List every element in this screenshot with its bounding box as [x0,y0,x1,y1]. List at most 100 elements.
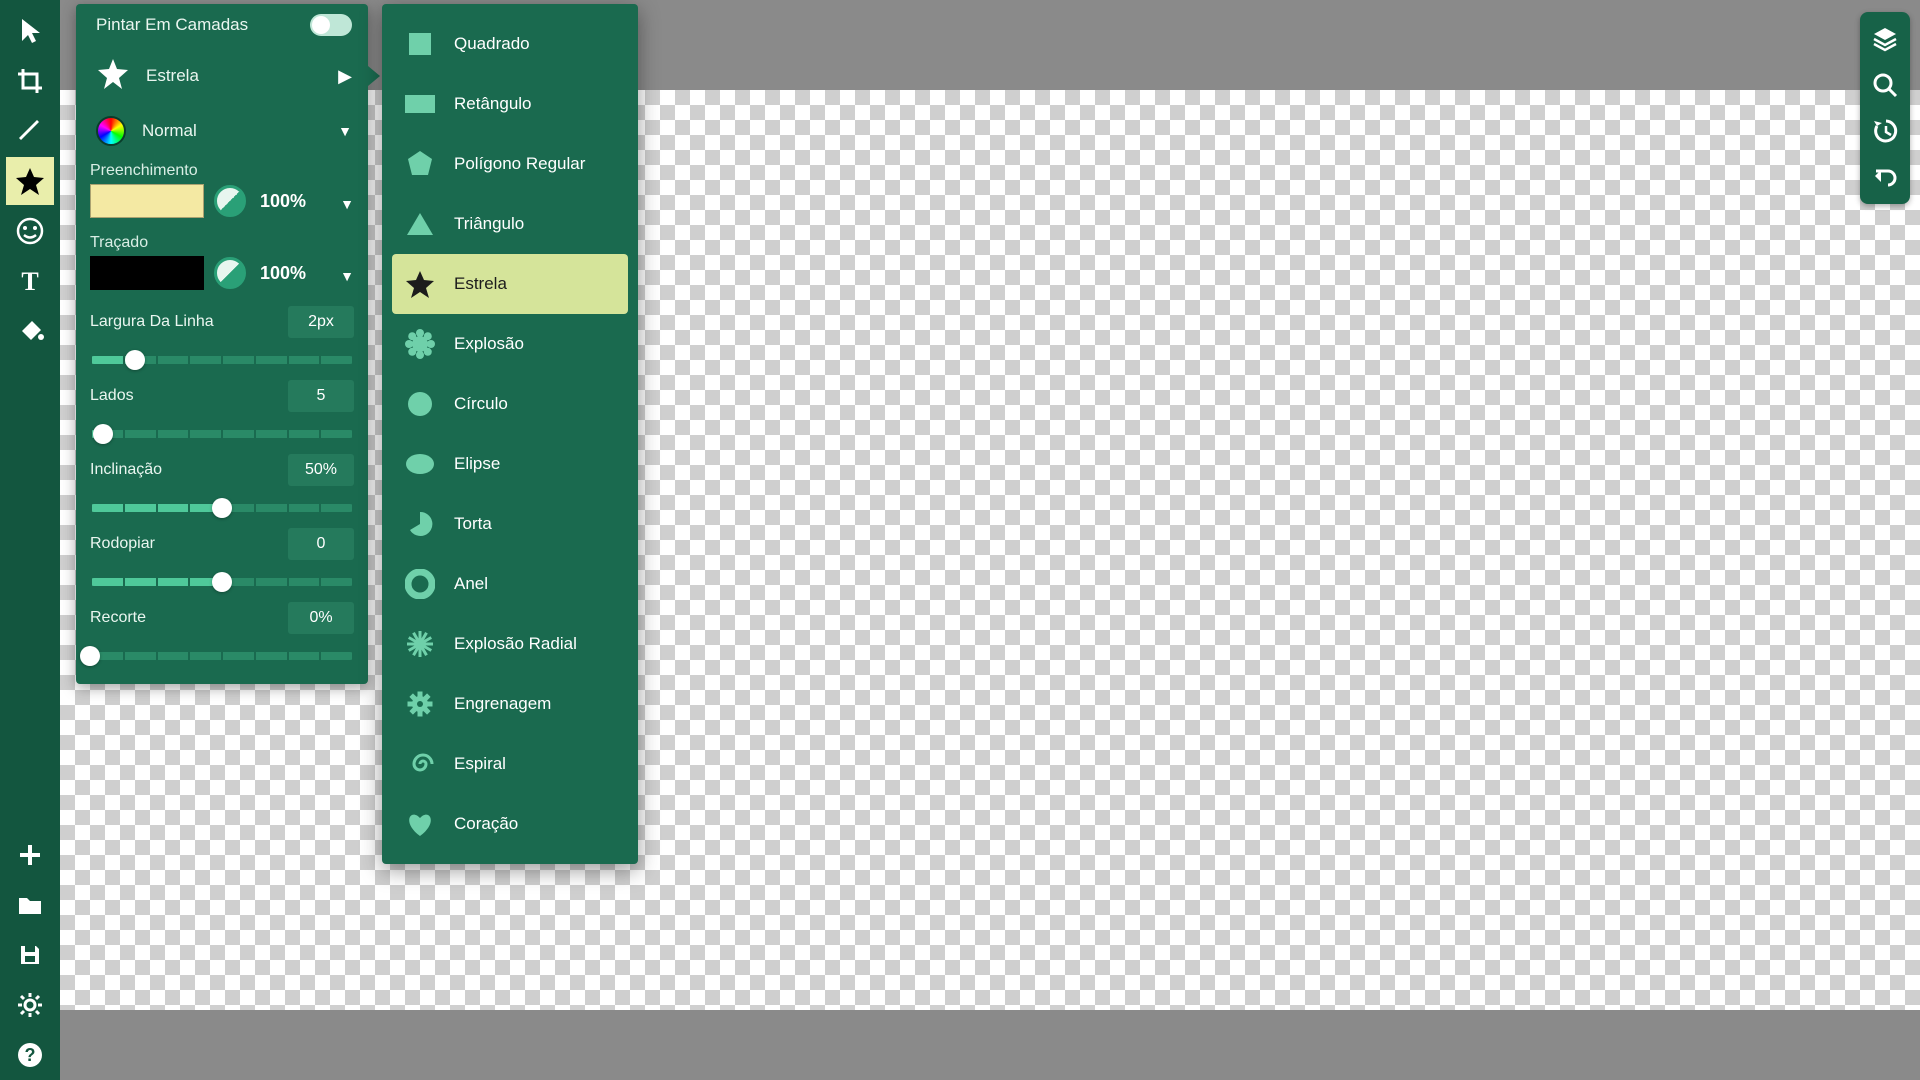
star-icon [96,57,130,96]
slider-value-input[interactable] [288,380,354,412]
stroke-section-label: Traçado [76,228,368,252]
shape-selector-row[interactable]: Estrela ▶ [76,46,368,106]
shape-option-burst[interactable]: Explosão [392,314,628,374]
save-button[interactable] [6,931,54,979]
right-controls [1860,12,1910,204]
shape-option-label: Triângulo [454,214,524,234]
blend-mode-row[interactable]: Normal ▼ [76,106,368,156]
shape-option-square[interactable]: Quadrado [392,14,628,74]
shape-option-rectangle[interactable]: Retângulo [392,74,628,134]
slider-whirl: Rodopiar [76,522,368,596]
shape-option-ellipse[interactable]: Elipse [392,434,628,494]
undo-icon [1871,163,1899,191]
crop-icon [16,67,44,95]
add-button[interactable] [6,831,54,879]
slider-label: Recorte [90,609,146,627]
fill-tool[interactable] [6,307,54,355]
shape-option-regular-polygon[interactable]: Polígono Regular [392,134,628,194]
pointer-tool[interactable] [6,7,54,55]
folder-icon [17,894,43,916]
shape-option-pie[interactable]: Torta [392,494,628,554]
opacity-icon[interactable] [214,257,246,289]
shape-option-star[interactable]: Estrela [392,254,628,314]
stroke-opacity-value: 100% [260,263,306,284]
shape-option-circle[interactable]: Círculo [392,374,628,434]
slider-value-input[interactable] [288,306,354,338]
square-icon [404,28,436,60]
pointer-icon [19,18,41,44]
triangle-icon [404,208,436,240]
layers-button[interactable] [1862,16,1908,62]
shape-option-spiral[interactable]: Espiral [392,734,628,794]
shape-option-label: Explosão [454,334,524,354]
history-button[interactable] [1862,108,1908,154]
stroke-color-swatch[interactable] [90,256,204,290]
pencil-tool[interactable] [6,107,54,155]
gear-icon [404,688,436,720]
shape-option-label: Espiral [454,754,506,774]
shape-option-label: Quadrado [454,34,530,54]
pie-icon [404,508,436,540]
undo-button[interactable] [1862,154,1908,200]
search-icon [1872,72,1898,98]
selected-shape-label: Estrela [146,66,199,86]
tool-options-panel: Pintar Em Camadas Estrela ▶ Normal ▼ Pre… [76,4,368,684]
chevron-down-icon[interactable]: ▼ [340,268,354,284]
svg-text:?: ? [25,1045,36,1065]
shape-option-ring[interactable]: Anel [392,554,628,614]
slider-value-input[interactable] [288,602,354,634]
smiley-icon [16,217,44,245]
shape-option-radial-burst[interactable]: Explosão Radial [392,614,628,674]
chevron-down-icon[interactable]: ▼ [340,196,354,212]
regular-polygon-icon [404,148,436,180]
circle-icon [404,388,436,420]
save-icon [18,943,42,967]
shapes-flyout: Quadrado Retângulo Polígono Regular Triâ… [382,4,638,864]
shape-option-triangle[interactable]: Triângulo [392,194,628,254]
text-tool[interactable]: T [6,257,54,305]
slider-inclination: Inclinação [76,448,368,522]
shape-option-label: Retângulo [454,94,532,114]
slider-track[interactable] [90,348,354,372]
fill-color-swatch[interactable] [90,184,204,218]
sticker-tool[interactable] [6,207,54,255]
chevron-down-icon: ▼ [338,123,352,139]
star-icon [404,268,436,300]
shape-option-label: Coração [454,814,518,834]
paint-layers-toggle[interactable] [310,14,352,36]
layers-icon [1871,25,1899,53]
bucket-icon [16,317,44,345]
help-icon: ? [17,1042,43,1068]
settings-button[interactable] [6,981,54,1029]
slider-value-input[interactable] [288,528,354,560]
shape-option-label: Anel [454,574,488,594]
zoom-button[interactable] [1862,62,1908,108]
shape-option-label: Polígono Regular [454,154,585,174]
shape-option-gear[interactable]: Engrenagem [392,674,628,734]
slider-track[interactable] [90,570,354,594]
fill-opacity-value: 100% [260,191,306,212]
slider-track[interactable] [90,422,354,446]
crop-tool[interactable] [6,57,54,105]
shape-option-label: Explosão Radial [454,634,577,654]
slider-value-input[interactable] [288,454,354,486]
text-icon: T [17,268,43,294]
heart-icon [404,808,436,840]
shape-tool[interactable] [6,157,54,205]
color-wheel-icon [96,116,126,146]
rectangle-icon [404,88,436,120]
shape-option-label: Elipse [454,454,500,474]
svg-text:T: T [21,268,38,294]
paint-layers-row[interactable]: Pintar Em Camadas [76,4,368,46]
slider-track[interactable] [90,644,354,668]
opacity-icon[interactable] [214,185,246,217]
burst-icon [404,328,436,360]
slider-label: Lados [90,387,134,405]
ring-icon [404,568,436,600]
shape-option-heart[interactable]: Coração [392,794,628,854]
plus-icon [18,843,42,867]
pencil-icon [17,118,43,144]
open-button[interactable] [6,881,54,929]
help-button[interactable]: ? [6,1031,54,1079]
slider-track[interactable] [90,496,354,520]
